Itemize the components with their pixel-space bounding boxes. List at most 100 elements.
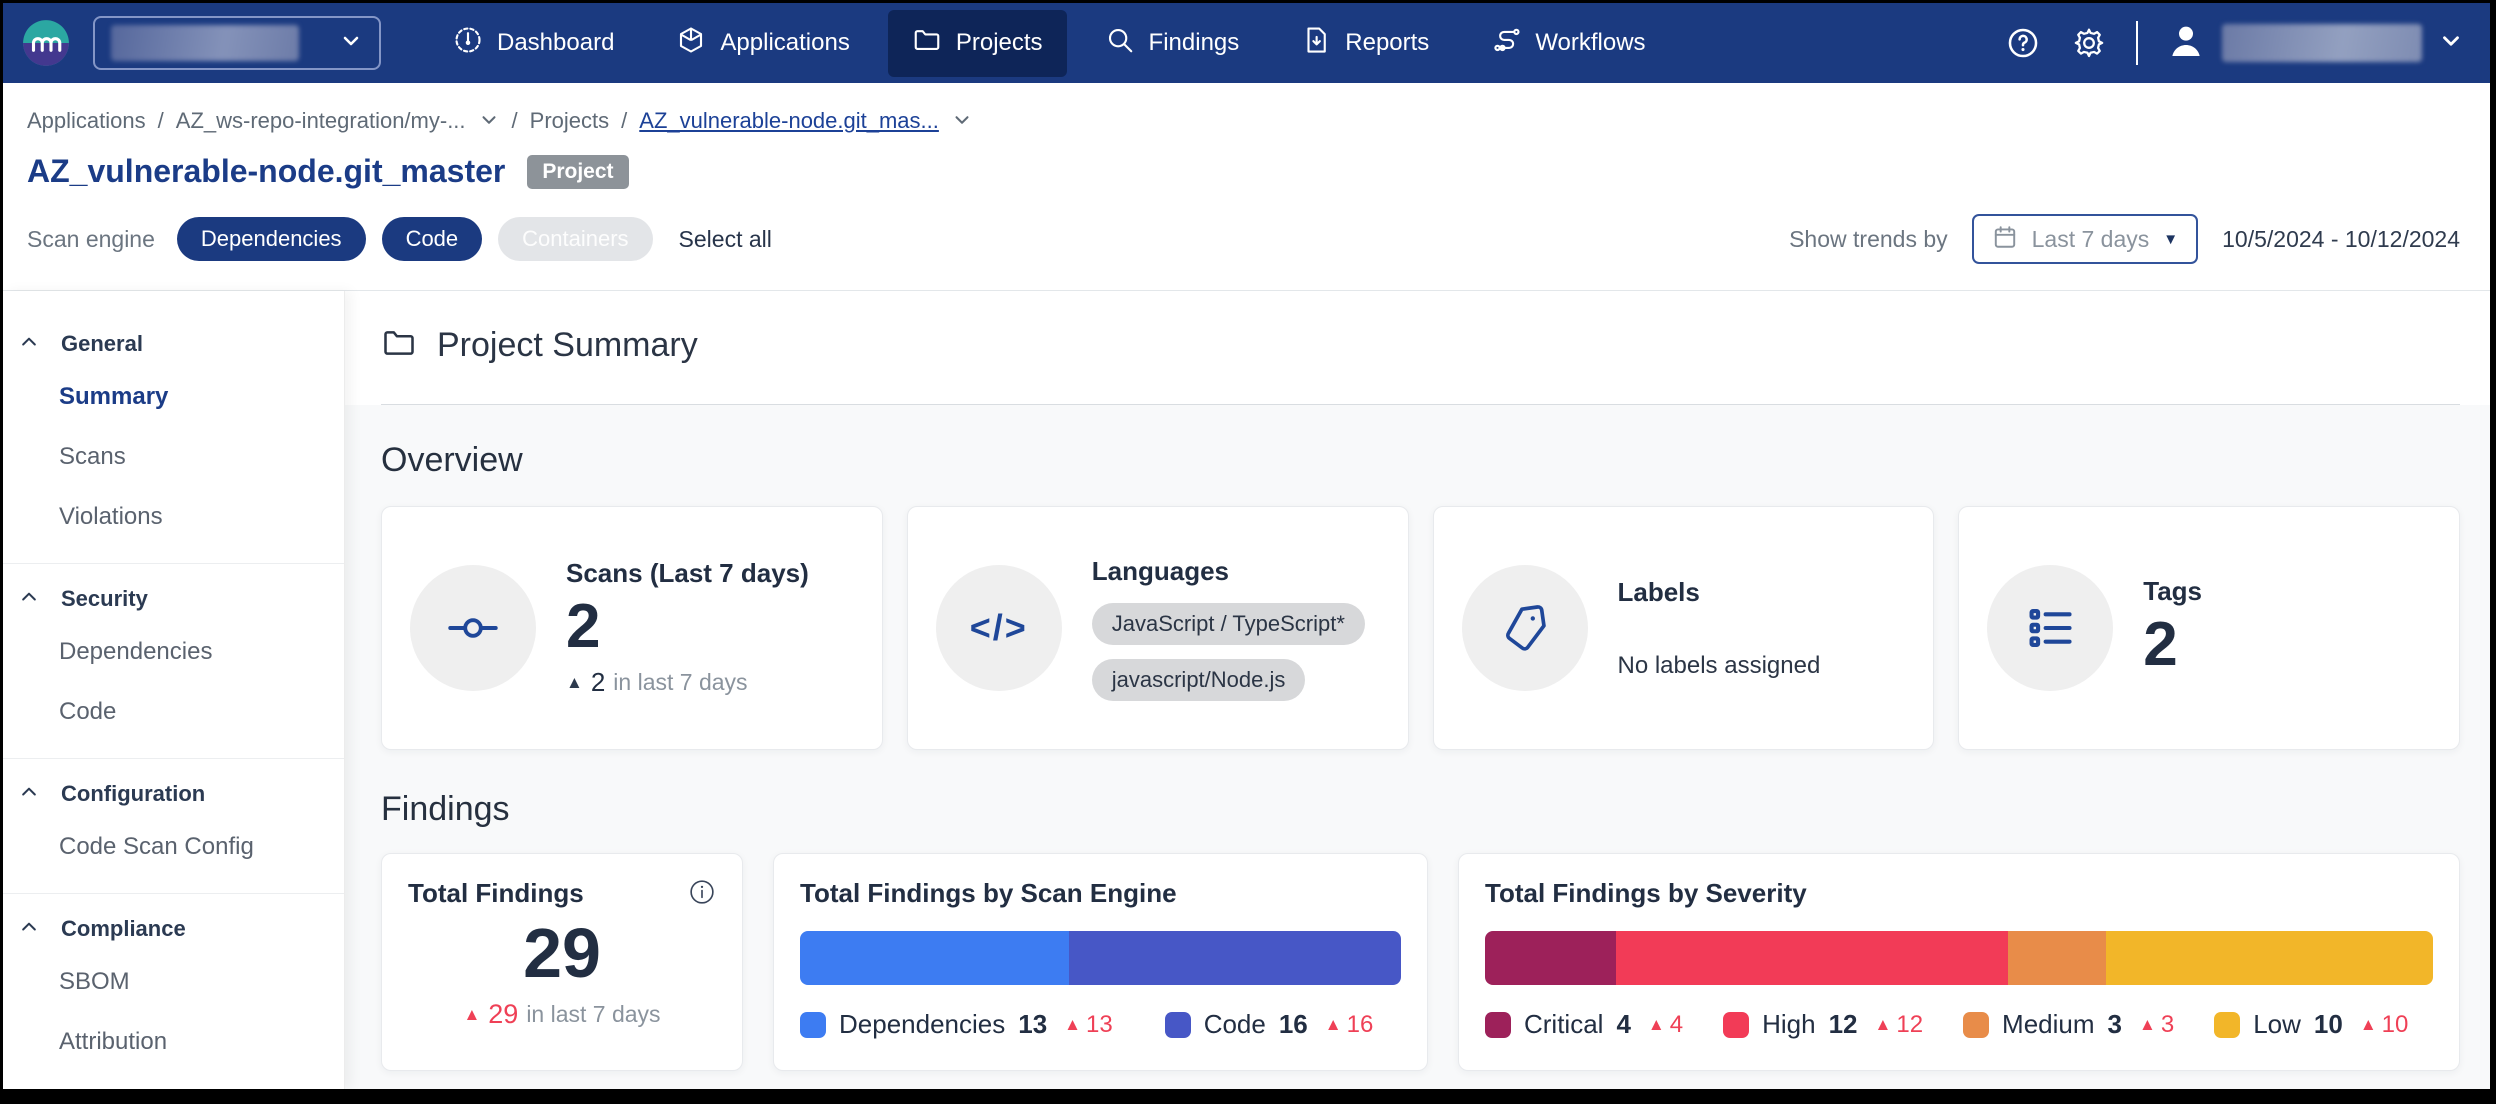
chevron-down-icon bbox=[339, 29, 363, 58]
sidebar-item-sbom[interactable]: SBOM bbox=[3, 952, 344, 1012]
bar-segment-medium bbox=[2008, 931, 2106, 985]
tags-card: Tags 2 bbox=[1958, 506, 2460, 750]
trend-up-icon: ▲ bbox=[1064, 1016, 1081, 1033]
total-findings-card: Total Findings 29 ▲ 29 in last 7 days bbox=[381, 853, 743, 1071]
nav-item-applications[interactable]: Applications bbox=[652, 10, 873, 77]
top-navigation-bar: Dashboard Applications Projects bbox=[3, 3, 2490, 83]
breadcrumb-applications[interactable]: Applications bbox=[27, 108, 146, 134]
user-menu[interactable] bbox=[2166, 21, 2464, 66]
nav-item-workflows[interactable]: Workflows bbox=[1467, 10, 1669, 77]
severity-stacked-bar bbox=[1485, 931, 2433, 985]
nav-item-projects[interactable]: Projects bbox=[888, 10, 1067, 77]
delta-value: 13 bbox=[1086, 1011, 1113, 1039]
legend-label: Code bbox=[1204, 1009, 1266, 1040]
help-button[interactable] bbox=[2004, 24, 2042, 62]
scans-card: Scans (Last 7 days) 2 ▲ 2 in last 7 days bbox=[381, 506, 883, 750]
scans-card-title: Scans (Last 7 days) bbox=[566, 558, 809, 589]
chevron-up-icon bbox=[19, 782, 39, 807]
sidebar-item-attribution[interactable]: Attribution bbox=[3, 1012, 344, 1072]
languages-card: </> Languages JavaScript / TypeScript* j… bbox=[907, 506, 1409, 750]
labels-card-title: Labels bbox=[1618, 577, 1821, 608]
sidebar-item-scans[interactable]: Scans bbox=[3, 427, 344, 487]
chevron-down-icon[interactable] bbox=[478, 105, 500, 137]
chevron-down-icon[interactable] bbox=[951, 105, 973, 137]
settings-gear-button[interactable] bbox=[2070, 24, 2108, 62]
nav-label: Findings bbox=[1149, 29, 1240, 57]
date-range-text: 10/5/2024 - 10/12/2024 bbox=[2222, 226, 2460, 253]
report-document-icon bbox=[1301, 25, 1331, 62]
project-summary-title: Project Summary bbox=[437, 326, 698, 365]
trend-up-icon: ▲ bbox=[1875, 1016, 1892, 1033]
sidebar-section-header-configuration[interactable]: Configuration bbox=[3, 771, 344, 817]
legend-swatch bbox=[1165, 1012, 1191, 1038]
sidebar-section-title: General bbox=[61, 331, 143, 357]
legend-value: 4 bbox=[1616, 1009, 1630, 1040]
engine-pill-code[interactable]: Code bbox=[382, 217, 483, 261]
code-brackets-icon: </> bbox=[936, 565, 1062, 691]
nav-item-reports[interactable]: Reports bbox=[1277, 10, 1453, 77]
project-summary-header: Project Summary bbox=[345, 291, 2490, 405]
sidebar-section-header-security[interactable]: Security bbox=[3, 576, 344, 622]
severity-legend: Critical 4 ▲ 4 High 12 bbox=[1485, 1009, 2433, 1040]
mend-logo-icon[interactable] bbox=[21, 18, 71, 68]
folder-icon bbox=[381, 325, 417, 366]
nav-label: Dashboard bbox=[497, 29, 614, 57]
breadcrumb-projects[interactable]: Projects bbox=[530, 108, 609, 134]
legend-label: Dependencies bbox=[839, 1009, 1005, 1040]
engine-pill-containers: Containers bbox=[498, 217, 652, 261]
breadcrumb-project-name[interactable]: AZ_vulnerable-node.git_mas... bbox=[639, 108, 939, 134]
findings-by-severity-card: Total Findings by Severity Critical 4 bbox=[1458, 853, 2460, 1071]
sidebar-item-code[interactable]: Code bbox=[3, 682, 344, 742]
nav-label: Reports bbox=[1345, 29, 1429, 57]
sidebar-item-violations[interactable]: Violations bbox=[3, 487, 344, 547]
bar-segment-dependencies bbox=[800, 931, 1069, 985]
main-panel: Project Summary Overview Scans (Last 7 bbox=[345, 291, 2490, 1089]
total-findings-trend: ▲ 29 in last 7 days bbox=[408, 999, 716, 1030]
delta-value: 3 bbox=[2161, 1011, 2174, 1039]
selected-range: Last 7 days bbox=[2032, 226, 2150, 253]
sidebar-item-dependencies[interactable]: Dependencies bbox=[3, 622, 344, 682]
findings-cards: Total Findings 29 ▲ 29 in last 7 days bbox=[381, 853, 2460, 1071]
legend-value: 3 bbox=[2108, 1009, 2122, 1040]
legend-swatch bbox=[2214, 1012, 2240, 1038]
bar-segment-critical bbox=[1485, 931, 1616, 985]
labels-empty-text: No labels assigned bbox=[1618, 652, 1821, 680]
trend-up-icon: ▲ bbox=[1325, 1016, 1342, 1033]
legend-item-critical: Critical 4 ▲ 4 bbox=[1485, 1009, 1683, 1040]
nav-item-findings[interactable]: Findings bbox=[1081, 10, 1264, 77]
sidebar-item-summary[interactable]: Summary bbox=[3, 367, 344, 427]
show-trends-by-label: Show trends by bbox=[1789, 226, 1948, 253]
breadcrumb-application-name[interactable]: AZ_ws-repo-integration/my-... bbox=[176, 108, 466, 134]
user-avatar-icon bbox=[2166, 21, 2206, 66]
legend-label: Low bbox=[2253, 1009, 2301, 1040]
sidebar: General Summary Scans Violations Securit… bbox=[3, 291, 345, 1089]
nav-item-dashboard[interactable]: Dashboard bbox=[429, 10, 638, 77]
bar-segment-code bbox=[1069, 931, 1401, 985]
legend-value: 10 bbox=[2314, 1009, 2343, 1040]
findings-heading: Findings bbox=[381, 790, 2460, 829]
legend-value: 12 bbox=[1829, 1009, 1858, 1040]
info-icon[interactable] bbox=[688, 878, 716, 911]
organization-selector[interactable] bbox=[93, 16, 381, 70]
scan-engine-label: Scan engine bbox=[27, 226, 155, 253]
legend-swatch bbox=[1723, 1012, 1749, 1038]
legend-item-high: High 12 ▲ 12 bbox=[1723, 1009, 1923, 1040]
select-all-button[interactable]: Select all bbox=[679, 226, 772, 253]
legend-delta: ▲ 4 bbox=[1648, 1011, 1683, 1039]
date-range-dropdown[interactable]: Last 7 days ▼ bbox=[1972, 214, 2199, 264]
sidebar-section-general: General Summary Scans Violations bbox=[3, 309, 344, 563]
sidebar-item-code-scan-config[interactable]: Code Scan Config bbox=[3, 817, 344, 877]
chevron-up-icon bbox=[19, 587, 39, 612]
sidebar-section-header-general[interactable]: General bbox=[3, 321, 344, 367]
content-area: General Summary Scans Violations Securit… bbox=[3, 291, 2490, 1089]
scans-value: 2 bbox=[566, 591, 809, 662]
tags-value: 2 bbox=[2143, 609, 2202, 680]
legend-delta: ▲ 10 bbox=[2360, 1011, 2409, 1039]
engine-pill-dependencies[interactable]: Dependencies bbox=[177, 217, 366, 261]
trend-suffix: in last 7 days bbox=[613, 669, 747, 696]
breadcrumb-separator: / bbox=[158, 108, 164, 134]
chevron-down-icon bbox=[2438, 28, 2464, 59]
commit-icon bbox=[410, 565, 536, 691]
sidebar-section-header-compliance[interactable]: Compliance bbox=[3, 906, 344, 952]
workflow-icon bbox=[1491, 25, 1521, 62]
